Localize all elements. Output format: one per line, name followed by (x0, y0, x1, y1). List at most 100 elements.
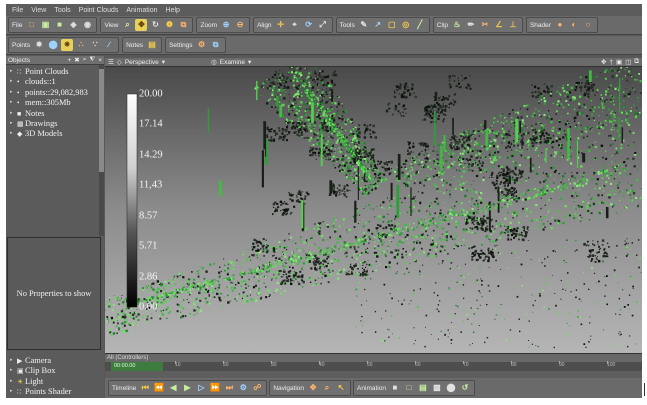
scrollbar-thumb[interactable] (99, 69, 104, 172)
line-tool-icon[interactable]: ╱ (414, 19, 426, 31)
tree-item[interactable]: ▸ ■ Notes (10, 109, 104, 119)
expand-arrow-icon[interactable]: ▸ (10, 67, 17, 77)
maximize-icon[interactable]: ▣ (616, 58, 622, 66)
align-point-icon[interactable]: ⌖ (289, 19, 301, 31)
tree-item[interactable]: ▸ ▣ Clip Box (10, 366, 104, 376)
clip-plane-icon[interactable]: ⊥ (507, 19, 519, 31)
nav-cursor-icon[interactable]: ↖ (335, 382, 347, 394)
shader-2-icon[interactable]: ◐ (568, 19, 580, 31)
clip-angle-icon[interactable]: ∠ (493, 19, 505, 31)
tree-item[interactable]: ▸ • mem::305Mb (10, 98, 104, 108)
tree-item[interactable]: ▸ ∷ Point Clouds (10, 67, 104, 77)
chevron-down-icon[interactable]: ▾ (162, 58, 165, 66)
shader-3-icon[interactable]: ○ (582, 19, 594, 31)
expand-arrow-icon[interactable]: ▸ (10, 366, 17, 376)
align-rotate-icon[interactable]: ⟳ (303, 19, 315, 31)
timeline-track[interactable]: 00:00.00 10 20 30 40 50 60 70 80 90 100 (105, 361, 642, 371)
tree-item[interactable]: ▸ • clouds::1 (10, 77, 104, 87)
timeline-position[interactable]: 00:00.00 (111, 362, 163, 371)
move-icon[interactable]: ✥ (601, 58, 606, 66)
menu-animation[interactable]: Animation (126, 7, 157, 14)
3d-viewport[interactable]: 20.00 17.14 14.29 11,43 8.57 5.71 2.86 0.00 (105, 67, 642, 353)
anim-film-icon[interactable]: ▤ (417, 382, 429, 394)
shader-1-icon[interactable]: ● (554, 19, 566, 31)
expand-arrow-icon[interactable]: ▸ (10, 377, 17, 387)
chevron-down-icon[interactable]: ▾ (248, 58, 251, 66)
find-icon[interactable]: ⌕ (83, 56, 87, 64)
goto-start-icon[interactable]: ⏮ (139, 382, 151, 394)
clip-pencil-icon[interactable]: ✏ (465, 19, 477, 31)
prev-key-icon[interactable]: ⏪ (153, 382, 165, 394)
align-move-icon[interactable]: ✛ (275, 19, 287, 31)
expand-arrow-icon[interactable]: ▸ (10, 109, 17, 119)
points-color-icon[interactable]: ⬤ (47, 39, 59, 51)
expand-arrow-icon[interactable]: ▸ (10, 387, 17, 397)
tree-item[interactable]: ▸ ☀ Light (10, 377, 104, 387)
goto-end-icon[interactable]: ⏭ (223, 382, 235, 394)
add-icon[interactable]: + (68, 57, 72, 64)
pencil-icon[interactable]: ✎ (358, 19, 370, 31)
expand-arrow-icon[interactable]: ▸ (10, 129, 17, 139)
tree-item[interactable]: ▸ ▦ Drawings (10, 119, 104, 129)
tree-item[interactable]: ▸ ▶ Camera (10, 356, 104, 366)
points-star-icon[interactable]: ✸ (33, 39, 45, 51)
nav-zoom-icon[interactable]: ⌕ (321, 382, 333, 394)
play-icon[interactable]: ▶ (181, 382, 193, 394)
select-box-icon[interactable]: ▢ (386, 19, 398, 31)
nav-move-icon[interactable]: ✥ (307, 382, 319, 394)
new-icon[interactable]: □ (25, 19, 37, 31)
menu-tools[interactable]: Tools (54, 7, 70, 14)
points-active-icon[interactable]: ✷ (61, 39, 74, 51)
save-icon[interactable]: ■ (53, 19, 65, 31)
delete-icon[interactable]: ✖ (74, 56, 79, 64)
anim-render-icon[interactable]: ⬤ (445, 382, 457, 394)
orbit-icon[interactable]: ❁ (163, 19, 175, 31)
navigation-mode-select[interactable]: Examine (220, 59, 245, 66)
objects-scrollbar[interactable] (99, 65, 104, 236)
key-settings-icon[interactable]: ⚙ (237, 382, 249, 394)
measure-icon[interactable]: ↗ (372, 19, 384, 31)
zoom-view-icon[interactable]: ⌕ (121, 19, 133, 31)
anim-stop-icon[interactable]: □ (403, 382, 415, 394)
points-slash-icon[interactable]: ∕ (103, 39, 115, 51)
expand-arrow-icon[interactable]: ▸ (10, 98, 17, 108)
lasso-icon[interactable]: ◎ (400, 19, 412, 31)
step-forward-icon[interactable]: ▷ (195, 382, 207, 394)
anim-record-icon[interactable]: ■ (389, 382, 401, 394)
menu-help[interactable]: Help (166, 7, 180, 14)
points-spread-icon[interactable]: ∴ (75, 39, 87, 51)
clip-fire-icon[interactable]: ♨ (451, 19, 463, 31)
import-icon[interactable]: ◈ (67, 19, 79, 31)
notes-icon[interactable]: ▤ (146, 39, 158, 51)
expand-arrow-icon[interactable]: ▸ (10, 77, 17, 87)
zoom-in-icon[interactable]: ⊕ (220, 19, 232, 31)
tree-item[interactable]: ▸ ◆ 3D Models (10, 129, 104, 139)
expand-arrow-icon[interactable]: ▸ (10, 356, 17, 366)
windows-icon[interactable]: ⧉ (210, 39, 222, 51)
settings-icon[interactable]: ⚙ (196, 39, 208, 51)
rotate-icon[interactable]: ↻ (149, 19, 161, 31)
pan-icon[interactable]: ✥ (135, 19, 148, 31)
restore-icon[interactable]: ⧉ (634, 58, 639, 66)
points-dots-icon[interactable]: ∵ (89, 39, 101, 51)
anim-export-icon[interactable]: ▩ (431, 382, 443, 394)
export-icon[interactable]: ◉ (81, 19, 93, 31)
anim-loop-icon[interactable]: ↺ (459, 382, 471, 394)
expand-arrow-icon[interactable]: ▸ (10, 119, 17, 129)
open-icon[interactable]: ▣ (39, 19, 51, 31)
tree-item[interactable]: ▸ ∷ Points Shader (10, 387, 104, 397)
filter-icon[interactable]: ⧨ (89, 56, 95, 64)
fit-icon[interactable]: ⧉ (177, 19, 189, 31)
clip-cut-icon[interactable]: ✂ (479, 19, 491, 31)
step-back-icon[interactable]: ◀ (167, 382, 179, 394)
view-options-icon[interactable]: ☰ (108, 58, 114, 66)
menu-view[interactable]: View (31, 7, 46, 14)
close-icon[interactable]: × (98, 57, 102, 64)
next-key-icon[interactable]: ⏩ (209, 382, 221, 394)
view-mode-select[interactable]: Perspective (125, 59, 159, 66)
key-link-icon[interactable]: ☍ (251, 382, 263, 394)
tree-item[interactable]: ▸ • points::29,082,983 (10, 88, 104, 98)
zoom-out-icon[interactable]: ⊖ (234, 19, 246, 31)
menu-file[interactable]: File (12, 7, 23, 14)
align-scale-icon[interactable]: ⤢ (317, 19, 329, 31)
